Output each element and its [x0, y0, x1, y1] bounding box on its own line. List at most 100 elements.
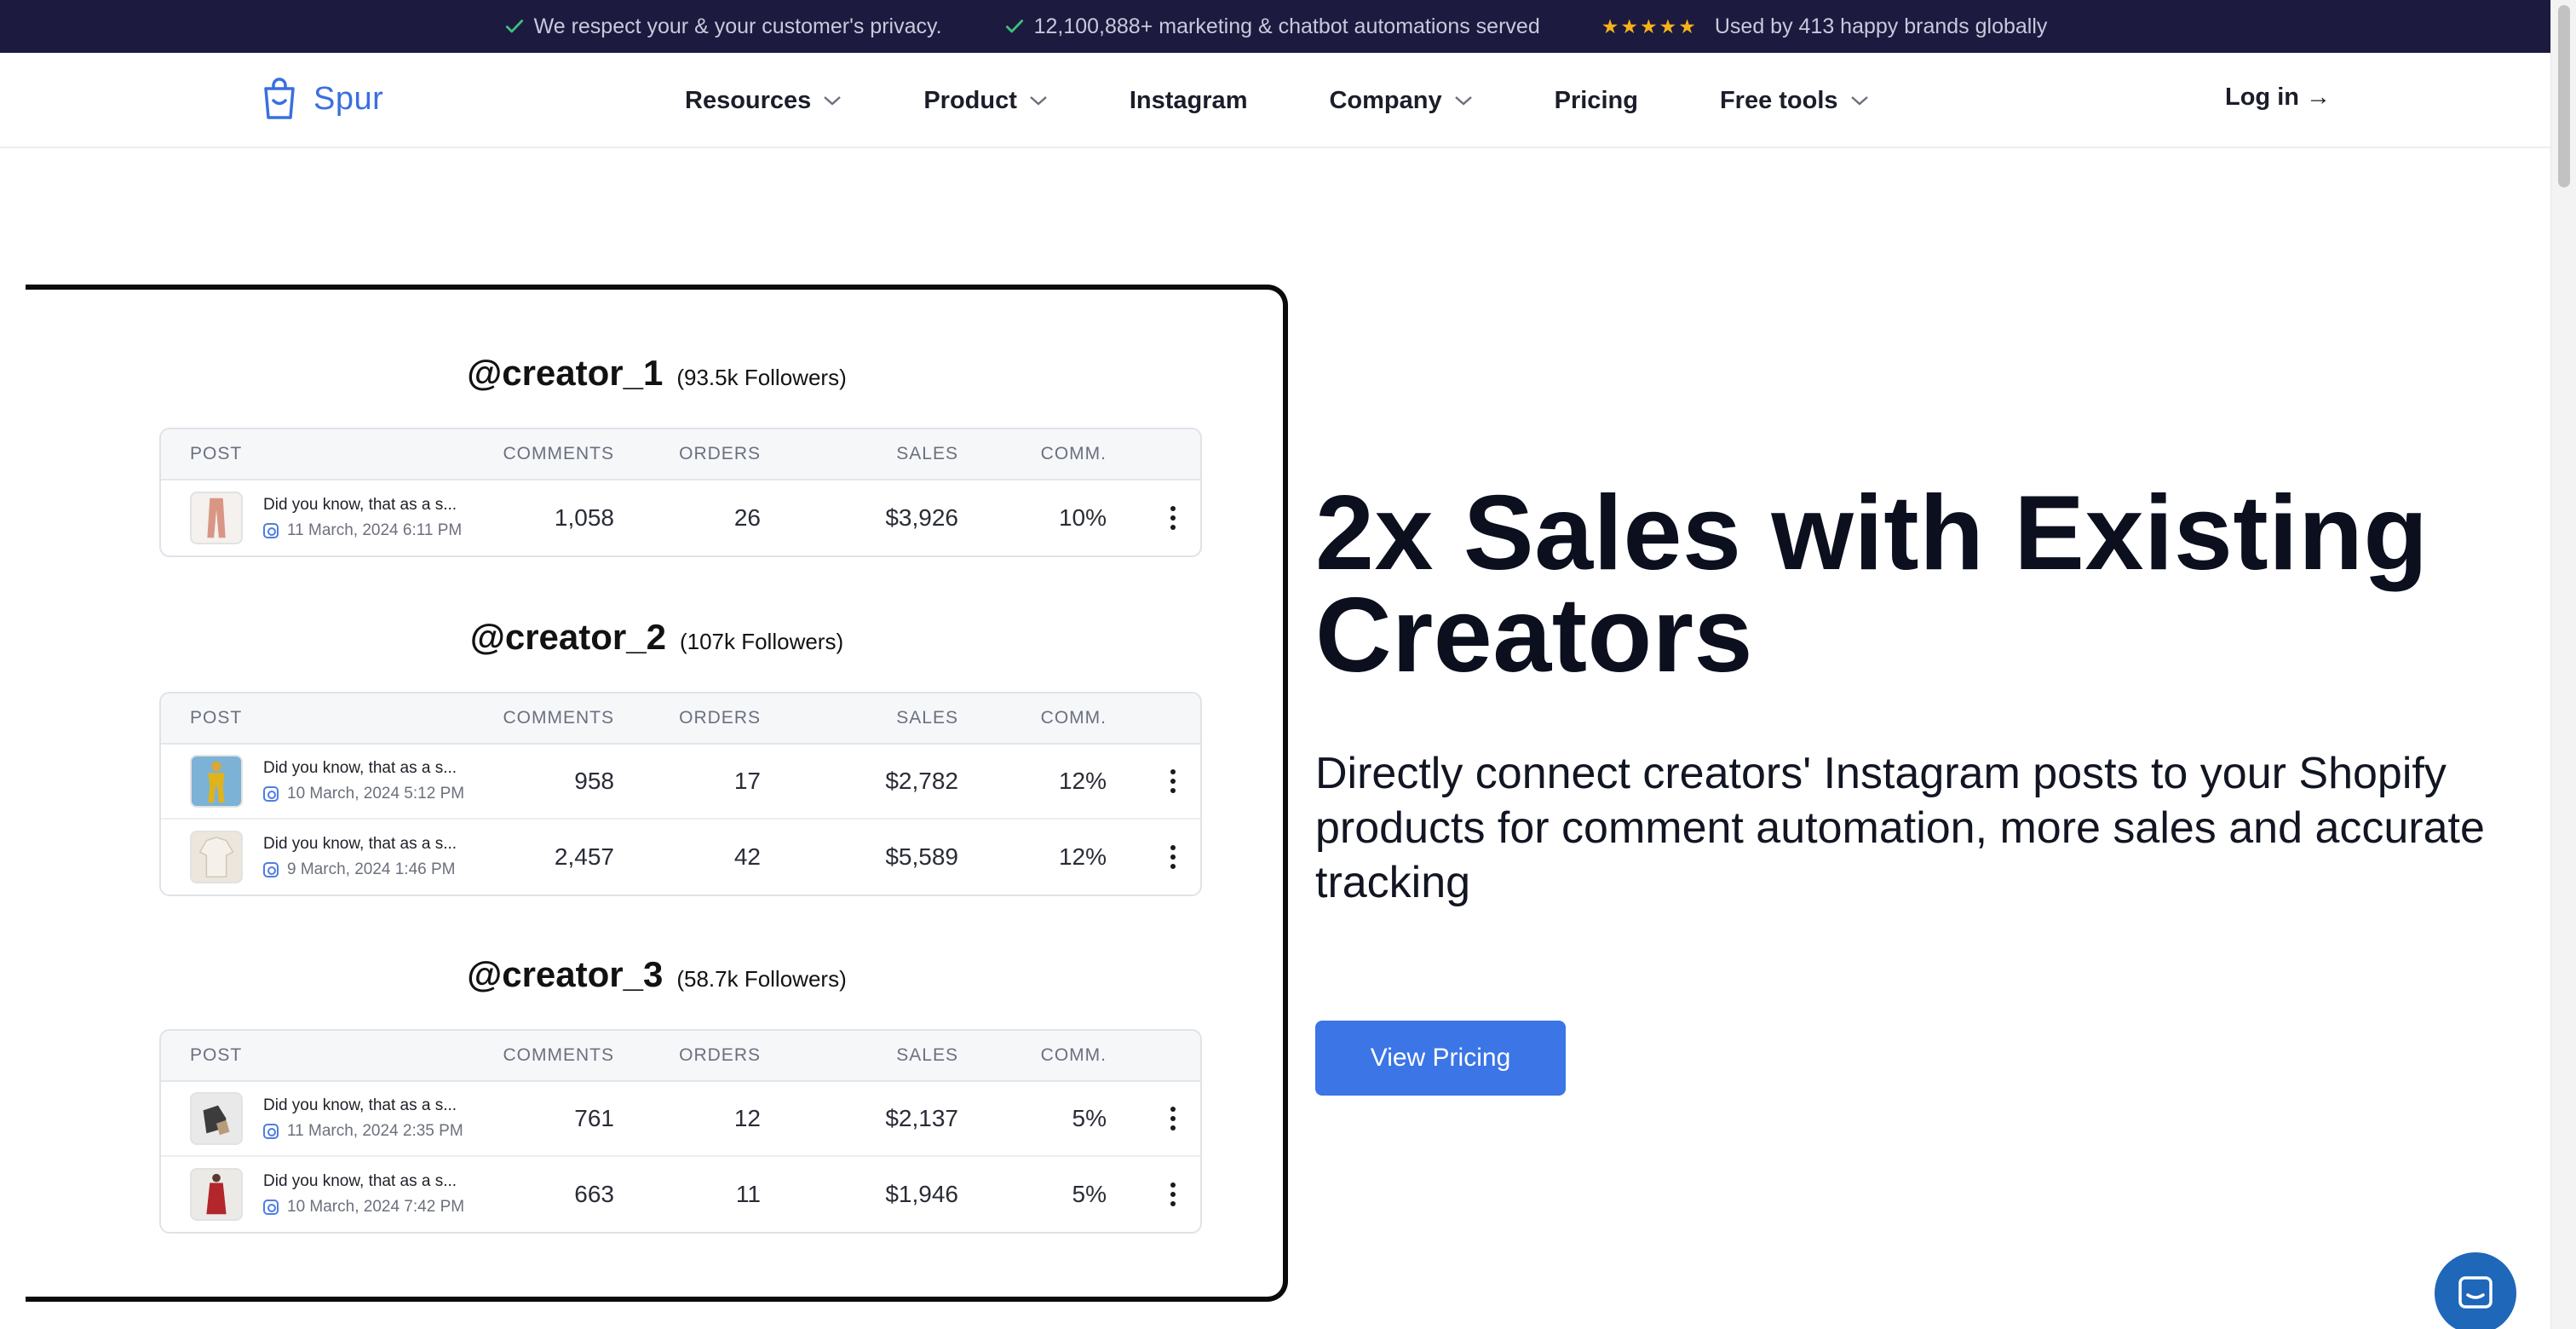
table-header: POST COMMENTS ORDERS SALES COMM.	[161, 693, 1200, 745]
orders-value: 26	[733, 504, 761, 531]
nav-company-label: Company	[1329, 86, 1442, 114]
post-caption: Did you know, that as a s...	[263, 759, 457, 777]
chevron-down-icon	[824, 96, 842, 106]
more-vertical-icon	[1170, 769, 1176, 793]
header-sales: SALES	[896, 708, 958, 728]
row-menu-button[interactable]	[1168, 1082, 1178, 1155]
creator-handle: @creator_3	[467, 954, 664, 994]
instagram-icon	[263, 1200, 279, 1215]
orders-value: 42	[733, 843, 761, 870]
nav-pricing-label: Pricing	[1554, 86, 1638, 114]
row-menu-button[interactable]	[1168, 745, 1178, 818]
table-row[interactable]: Did you know, that as a s... 10 March, 2…	[161, 745, 1200, 820]
post-cell: Did you know, that as a s... 9 March, 20…	[190, 820, 457, 895]
instagram-icon	[263, 523, 279, 538]
comments-value: 1,058	[554, 504, 614, 531]
post-date-text: 9 March, 2024 1:46 PM	[287, 860, 456, 878]
check-icon	[505, 20, 523, 33]
main-nav: Spur Resources Product Instagram Company…	[0, 53, 2550, 148]
creator-followers: (107k Followers)	[679, 629, 844, 654]
sales-value: $3,926	[885, 504, 958, 531]
commission-value: 12%	[1058, 768, 1107, 794]
nav-company[interactable]: Company	[1329, 87, 1472, 115]
post-thumbnail	[190, 755, 243, 808]
post-cell: Did you know, that as a s... 11 March, 2…	[190, 1082, 463, 1155]
orders-value: 17	[733, 768, 761, 794]
header-orders: ORDERS	[679, 1045, 761, 1065]
comments-value: 663	[574, 1181, 614, 1207]
privacy-text: We respect your & your customer's privac…	[533, 14, 942, 38]
post-cell: Did you know, that as a s... 11 March, 2…	[190, 480, 462, 555]
nav-product[interactable]: Product	[923, 87, 1048, 115]
post-caption: Did you know, that as a s...	[263, 496, 457, 514]
nav-resources-label: Resources	[685, 86, 812, 114]
comments-value: 958	[574, 768, 614, 794]
more-vertical-icon	[1170, 1107, 1176, 1131]
nav-free-tools-label: Free tools	[1719, 86, 1838, 114]
chat-widget-button[interactable]	[2435, 1252, 2516, 1329]
brands-text: Used by 413 happy brands globally	[1714, 14, 2048, 38]
nav-instagram[interactable]: Instagram	[1130, 87, 1248, 115]
automations-text: 12,100,888+ marketing & chatbot automati…	[1033, 14, 1540, 38]
stars-icon: ★ ★ ★ ★ ★	[1601, 14, 1696, 37]
chat-icon	[2458, 1276, 2493, 1309]
header-orders: ORDERS	[679, 444, 761, 463]
commission-value: 12%	[1058, 843, 1107, 870]
login-link[interactable]: Log in →	[2225, 83, 2331, 112]
post-thumbnail	[190, 1168, 243, 1221]
orders-value: 12	[733, 1105, 761, 1131]
post-caption: Did you know, that as a s...	[263, 835, 457, 853]
brand-name: Spur	[313, 80, 384, 117]
table-row[interactable]: Did you know, that as a s... 11 March, 2…	[161, 1082, 1200, 1157]
orders-value: 11	[735, 1181, 761, 1207]
shopping-bag-icon	[264, 78, 295, 119]
nav-pricing[interactable]: Pricing	[1555, 87, 1638, 115]
creator-handle: @creator_1	[467, 353, 664, 393]
instagram-icon	[263, 862, 279, 877]
sales-value: $2,782	[885, 768, 958, 794]
row-menu-button[interactable]	[1168, 480, 1178, 555]
post-date-text: 10 March, 2024 5:12 PM	[287, 785, 465, 803]
commission-value: 5%	[1072, 1105, 1107, 1131]
nav-instagram-label: Instagram	[1129, 86, 1248, 114]
nav-resources[interactable]: Resources	[685, 87, 842, 115]
header-post: POST	[190, 1045, 243, 1065]
creator-heading: @creator_2 (107k Followers)	[26, 617, 1288, 658]
row-menu-button[interactable]	[1168, 820, 1178, 895]
announcement-bar: We respect your & your customer's privac…	[0, 0, 2550, 53]
table-row[interactable]: Did you know, that as a s... 10 March, 2…	[161, 1157, 1200, 1232]
creator-posts-table: POST COMMENTS ORDERS SALES COMM. Did you…	[159, 692, 1202, 896]
nav-free-tools[interactable]: Free tools	[1720, 87, 1869, 115]
table-row[interactable]: Did you know, that as a s... 9 March, 20…	[161, 820, 1200, 895]
creator-posts-table: POST COMMENTS ORDERS SALES COMM. Did you…	[159, 1029, 1202, 1234]
scrollbar-thumb[interactable]	[2558, 5, 2570, 187]
creator-followers: (58.7k Followers)	[676, 966, 847, 992]
table-row[interactable]: Did you know, that as a s... 11 March, 2…	[161, 480, 1200, 555]
table-header: POST COMMENTS ORDERS SALES COMM.	[161, 1031, 1200, 1082]
header-orders: ORDERS	[679, 708, 761, 728]
chevron-down-icon	[1454, 96, 1472, 106]
chevron-down-icon	[1030, 96, 1047, 106]
instagram-icon	[263, 786, 279, 802]
page-scrollbar[interactable]	[2550, 0, 2576, 1329]
post-caption: Did you know, that as a s...	[263, 1096, 457, 1114]
post-date: 9 March, 2024 1:46 PM	[263, 860, 457, 879]
brand-logo[interactable]: Spur	[259, 75, 383, 123]
view-pricing-button[interactable]: View Pricing	[1315, 1021, 1566, 1096]
creator-heading: @creator_3 (58.7k Followers)	[26, 954, 1288, 995]
header-sales: SALES	[896, 1045, 958, 1065]
row-menu-button[interactable]	[1168, 1157, 1178, 1232]
comments-value: 2,457	[554, 843, 614, 870]
commission-value: 10%	[1058, 504, 1107, 531]
header-sales: SALES	[896, 444, 958, 463]
hero-subtitle: Directly connect creators' Instagram pos…	[1315, 749, 2485, 907]
instagram-icon	[263, 1124, 279, 1139]
more-vertical-icon	[1170, 1182, 1176, 1206]
header-comments: COMMENTS	[503, 1045, 614, 1065]
post-thumbnail	[190, 492, 243, 544]
post-cell: Did you know, that as a s... 10 March, 2…	[190, 1157, 464, 1232]
commission-value: 5%	[1072, 1181, 1107, 1207]
post-caption: Did you know, that as a s...	[263, 1172, 457, 1190]
sales-value: $2,137	[885, 1105, 958, 1131]
post-thumbnail	[190, 831, 243, 883]
